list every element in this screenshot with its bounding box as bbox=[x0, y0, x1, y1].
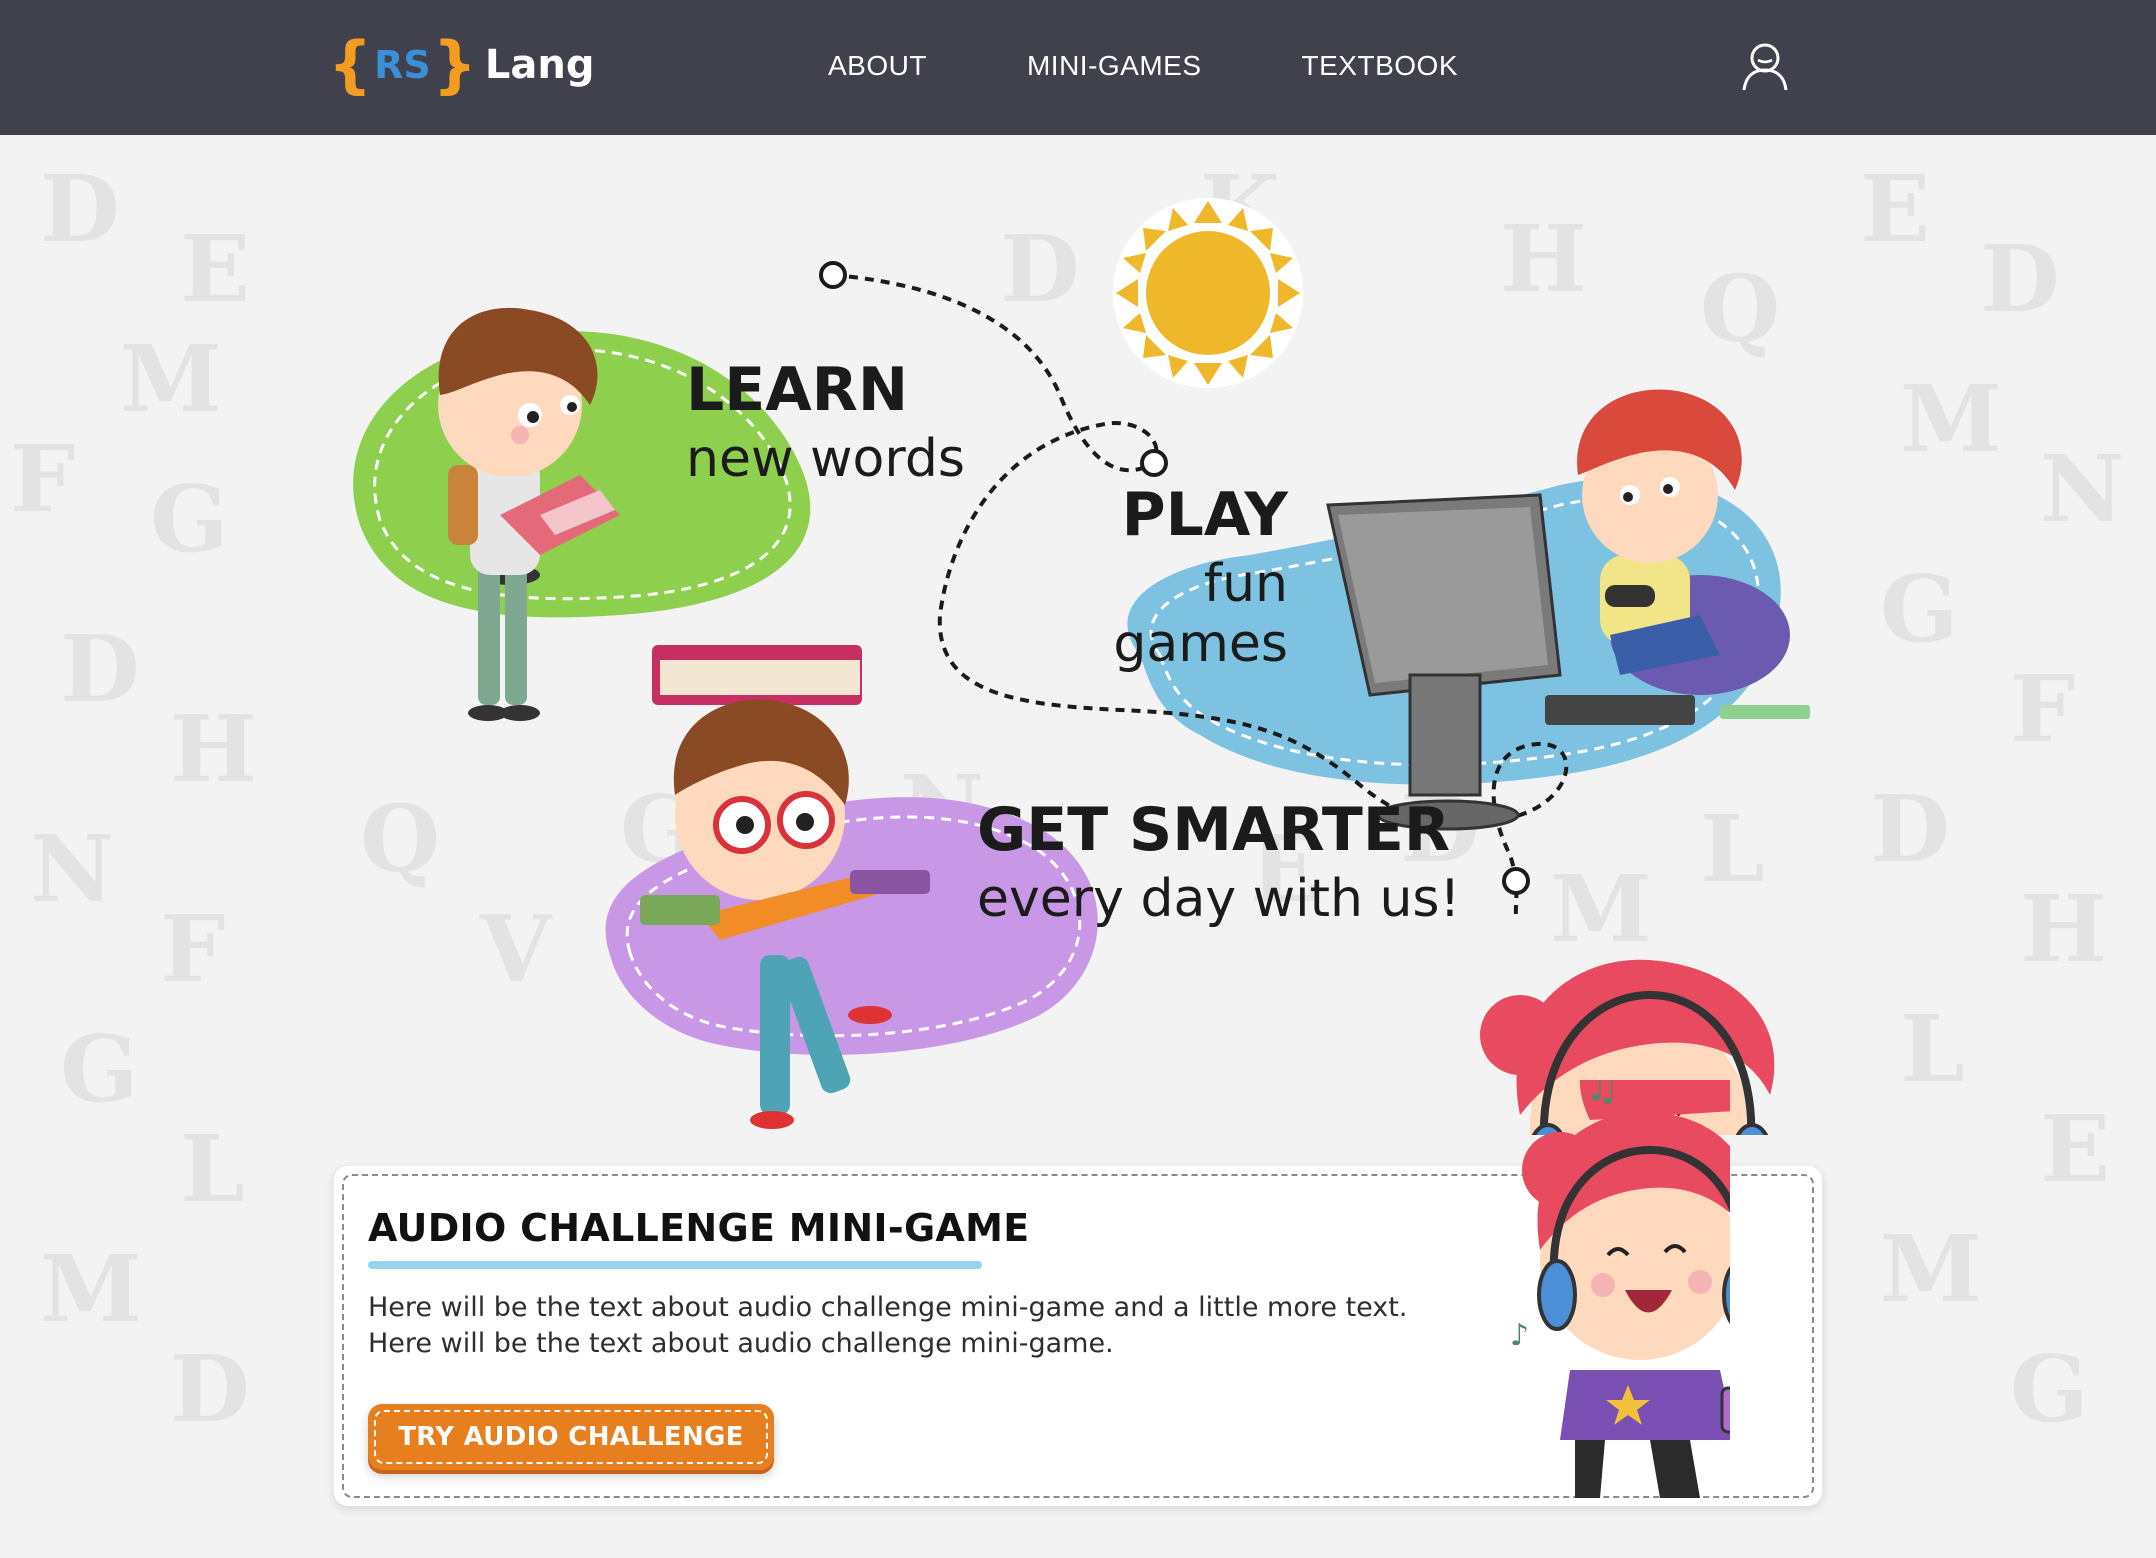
boy-reading-illustration bbox=[438, 307, 620, 721]
nav-mini-games[interactable]: MINI-GAMES bbox=[1027, 46, 1202, 86]
svg-text:♪: ♪ bbox=[1510, 1318, 1529, 1353]
logo-rs: RS bbox=[374, 43, 431, 87]
smarter-block: GET SMARTER every day with us! bbox=[977, 795, 1460, 929]
girl-illustration-overlay: ♫ ♪ ♪ bbox=[1510, 1080, 1730, 1498]
logo-lang: Lang bbox=[484, 42, 595, 88]
learn-subtitle: new words bbox=[686, 429, 965, 489]
svg-text:♫: ♫ bbox=[1585, 1080, 1619, 1109]
card-description: Here will be the text about audio challe… bbox=[368, 1292, 1408, 1359]
nav-about[interactable]: ABOUT bbox=[828, 46, 927, 86]
logo-brace-left: { bbox=[328, 28, 373, 101]
logo[interactable]: { RS } Lang bbox=[328, 30, 595, 100]
nav-textbook[interactable]: TEXTBOOK bbox=[1302, 46, 1458, 86]
top-navbar: { RS } Lang ABOUT MINI-GAMES TEXTBOOK bbox=[0, 0, 2156, 135]
try-audio-challenge-button[interactable]: TRY AUDIO CHALLENGE bbox=[368, 1404, 774, 1470]
smarter-title: GET SMARTER bbox=[977, 795, 1451, 865]
play-subtitle: fun games bbox=[1113, 554, 1288, 674]
hero-section: ♫ ♪ LEARN new words PLAY fun games GET S… bbox=[0, 135, 2156, 1135]
user-icon[interactable] bbox=[1740, 40, 1790, 92]
sun bbox=[1113, 198, 1303, 388]
logo-brace-right: } bbox=[432, 28, 477, 101]
main-nav: ABOUT MINI-GAMES TEXTBOOK bbox=[828, 46, 1558, 86]
title-underline bbox=[368, 1261, 982, 1269]
smarter-subtitle: every day with us! bbox=[977, 869, 1461, 929]
learn-title: LEARN bbox=[686, 355, 909, 425]
svg-text:♪: ♪ bbox=[1745, 1134, 1767, 1135]
play-title: PLAY bbox=[1121, 480, 1288, 550]
button-label: TRY AUDIO CHALLENGE bbox=[374, 1410, 768, 1464]
learn-block: LEARN new words bbox=[686, 355, 965, 489]
play-block: PLAY fun games bbox=[1018, 480, 1288, 674]
card-title: AUDIO CHALLENGE MINI-GAME bbox=[368, 1206, 1030, 1250]
